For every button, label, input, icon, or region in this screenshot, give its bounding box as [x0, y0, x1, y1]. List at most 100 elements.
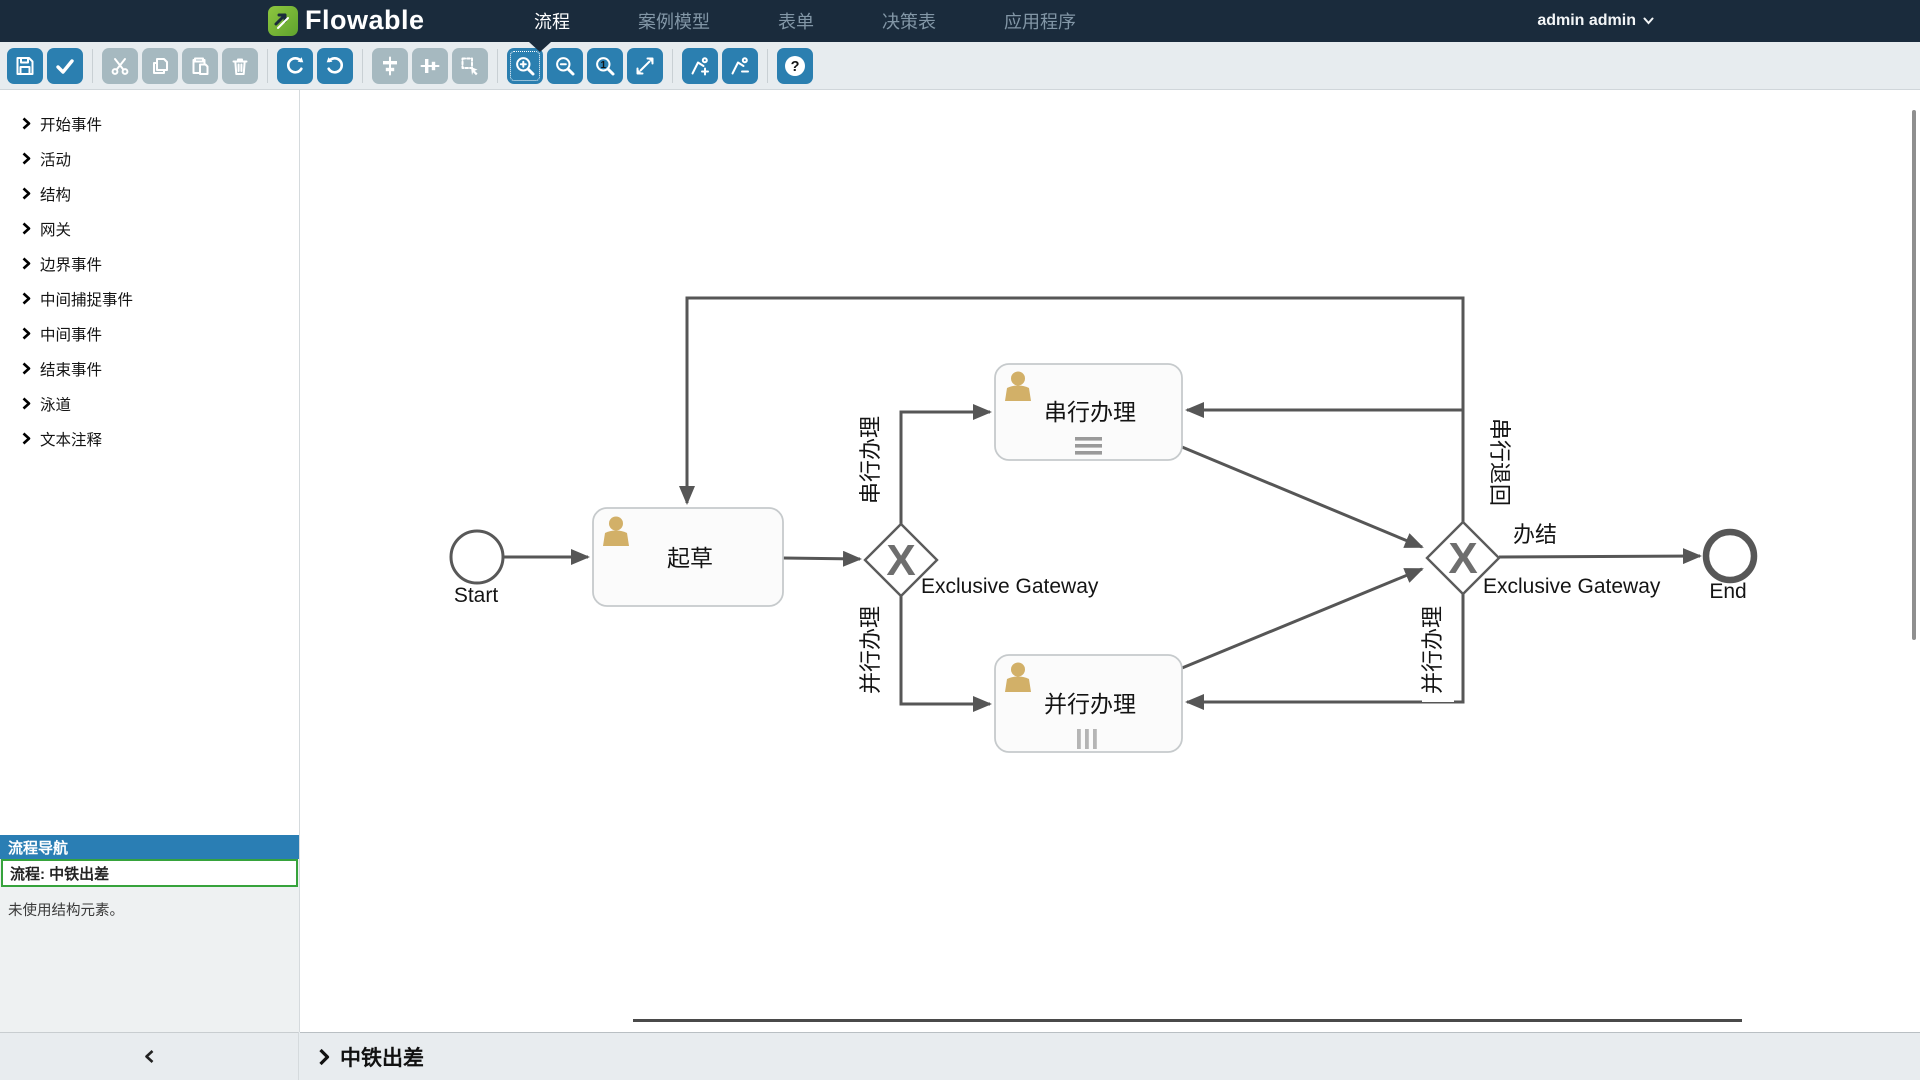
edge-label-serial-route: 串行办理 — [858, 416, 883, 504]
flowable-logo[interactable]: Flowable — [268, 5, 425, 36]
end-event-node[interactable]: End — [1706, 532, 1754, 603]
start-event-label: Start — [454, 584, 499, 607]
palette-group-label: 结束事件 — [40, 358, 102, 380]
stencil-palette: 开始事件 活动 结构 网关 边界事件 中间捕捉事件 中间事件 结束事件 泳道 文… — [0, 90, 299, 456]
palette-group-text-annotation[interactable]: 文本注释 — [0, 421, 299, 456]
toolbar-separator — [672, 49, 673, 83]
start-event-node[interactable]: Start — [451, 531, 503, 607]
toolbar-separator — [362, 49, 363, 83]
chevron-right-icon — [22, 397, 31, 410]
copy-icon — [149, 55, 171, 77]
help-button[interactable]: ? — [777, 48, 813, 84]
zoom-actual-button[interactable]: 1 — [587, 48, 623, 84]
chevron-down-icon — [1643, 17, 1654, 25]
chevron-right-icon[interactable] — [318, 1048, 330, 1066]
gateway-x-symbol: X — [886, 536, 915, 585]
flow-serial-to-gateway2[interactable] — [1182, 447, 1422, 547]
add-bendpoint-button[interactable] — [682, 48, 718, 84]
palette-group-intermediate-events[interactable]: 中间事件 — [0, 316, 299, 351]
validate-button[interactable] — [47, 48, 83, 84]
palette-group-start-events[interactable]: 开始事件 — [0, 106, 299, 141]
zoom-fit-button[interactable] — [627, 48, 663, 84]
palette-group-label: 开始事件 — [40, 113, 102, 135]
check-icon — [54, 55, 76, 77]
save-button[interactable] — [7, 48, 43, 84]
tab-processes[interactable]: 流程 — [500, 0, 604, 42]
palette-group-label: 文本注释 — [40, 428, 102, 450]
help-glyph: ? — [791, 59, 800, 75]
zoom-out-button[interactable] — [547, 48, 583, 84]
flow-gateway1-to-serial[interactable] — [901, 412, 990, 524]
flow-gateway1-to-parallel[interactable] — [901, 596, 990, 704]
palette-group-structure[interactable]: 结构 — [0, 176, 299, 211]
copy-button[interactable] — [142, 48, 178, 84]
zoom-actual-icon: 1 — [594, 55, 616, 77]
align-vertical-icon — [419, 55, 441, 77]
navigator-current-process[interactable]: 流程: 中铁出差 — [1, 859, 298, 887]
palette-group-label: 网关 — [40, 218, 71, 240]
parallel-multi-instance-icon — [1077, 729, 1097, 749]
process-navigator: 流程导航 流程: 中铁出差 未使用结构元素。 — [0, 835, 299, 1032]
palette-group-label: 边界事件 — [40, 253, 102, 275]
tab-forms[interactable]: 表单 — [744, 0, 848, 42]
redo-icon — [284, 55, 306, 77]
save-icon — [14, 55, 36, 77]
palette-group-end-events[interactable]: 结束事件 — [0, 351, 299, 386]
serial-task-node[interactable]: 串行办理 — [995, 364, 1182, 460]
flow-parallel-to-gateway2[interactable] — [1182, 569, 1422, 668]
palette-group-intermediate-catching-events[interactable]: 中间捕捉事件 — [0, 281, 299, 316]
delete-button[interactable] — [222, 48, 258, 84]
navigator-title: 流程导航 — [0, 835, 299, 859]
draft-task-node[interactable]: 起草 — [593, 508, 783, 606]
parallel-task-node[interactable]: 并行办理 — [995, 655, 1182, 752]
collapse-sidebar-button[interactable] — [0, 1032, 299, 1080]
edge-label-parallel-route: 并行办理 — [858, 606, 883, 694]
end-event-label: End — [1709, 580, 1746, 603]
help-icon: ? — [783, 54, 807, 78]
user-menu[interactable]: admin admin — [1537, 0, 1654, 42]
flow-gateway2-to-end[interactable] — [1499, 556, 1700, 557]
align-vertical-button[interactable] — [412, 48, 448, 84]
paste-button[interactable] — [182, 48, 218, 84]
tab-case-models[interactable]: 案例模型 — [604, 0, 744, 42]
palette-group-swimlanes[interactable]: 泳道 — [0, 386, 299, 421]
edge-label-serial-return: 串行退回 — [1487, 418, 1512, 506]
palette-group-label: 结构 — [40, 183, 71, 205]
parallel-task-label: 并行办理 — [1044, 691, 1136, 717]
flowable-modeler-app: Flowable 流程 案例模型 表单 决策表 应用程序 admin admin — [0, 0, 1920, 1080]
palette-group-gateways[interactable]: 网关 — [0, 211, 299, 246]
diagram-canvas[interactable]: 串行办理 并行办理 串行退回 并行办理 办结 Start 起草 X Exclus… — [300, 90, 1920, 1032]
palette-group-boundary-events[interactable]: 边界事件 — [0, 246, 299, 281]
align-horizontal-button[interactable] — [372, 48, 408, 84]
zoom-in-button[interactable] — [507, 48, 543, 84]
vertical-scrollbar-thumb[interactable] — [1912, 110, 1916, 640]
tab-apps[interactable]: 应用程序 — [970, 0, 1110, 42]
remove-bendpoint-icon — [729, 55, 751, 77]
zoom-out-icon — [554, 55, 576, 77]
undo-button[interactable] — [317, 48, 353, 84]
same-size-button[interactable] — [452, 48, 488, 84]
sequential-multi-instance-icon — [1075, 437, 1102, 455]
tab-decision-tables[interactable]: 决策表 — [848, 0, 970, 42]
palette-group-activities[interactable]: 活动 — [0, 141, 299, 176]
exclusive-gateway1-node[interactable]: X Exclusive Gateway — [865, 524, 1099, 598]
logo-wordmark: Flowable — [305, 5, 425, 36]
toolbar-separator — [267, 49, 268, 83]
chevron-right-icon — [22, 432, 31, 445]
editor-toolbar: 1 — [0, 42, 1920, 90]
chevron-right-icon — [22, 117, 31, 130]
chevron-right-icon — [22, 222, 31, 235]
active-tab-caret — [529, 42, 551, 52]
chevron-right-icon — [22, 187, 31, 200]
redo-button[interactable] — [277, 48, 313, 84]
horizontal-scrollbar-thumb[interactable] — [633, 1019, 1742, 1022]
chevron-right-icon — [22, 257, 31, 270]
palette-group-label: 中间捕捉事件 — [40, 288, 133, 310]
flow-draft-to-gateway1[interactable] — [783, 558, 860, 559]
user-menu-label: admin admin — [1537, 12, 1636, 30]
same-size-icon — [459, 55, 481, 77]
gateway-x-symbol: X — [1448, 534, 1477, 583]
zoom-fit-icon — [634, 55, 656, 77]
cut-button[interactable] — [102, 48, 138, 84]
remove-bendpoint-button[interactable] — [722, 48, 758, 84]
